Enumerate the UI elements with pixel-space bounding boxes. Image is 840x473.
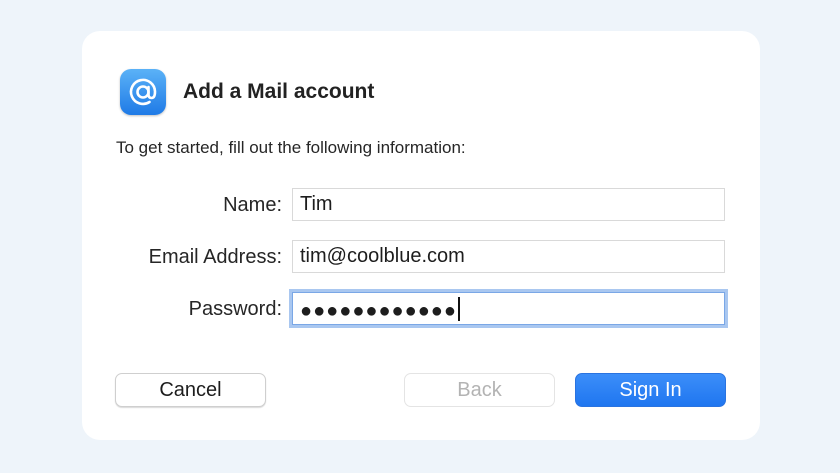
password-label: Password: [188,298,282,320]
name-label: Name: [223,194,282,216]
dialog-intro-text: To get started, fill out the following i… [116,138,466,157]
password-field[interactable]: ●●●●●●●●●●●● [292,292,725,325]
sign-in-button[interactable]: Sign In [575,373,726,407]
dialog-title: Add a Mail account [183,80,375,103]
text-caret [457,297,460,321]
email-label: Email Address: [148,246,282,268]
email-value: tim@coolblue.com [300,245,465,267]
back-button[interactable]: Back [404,373,555,407]
password-masked-value: ●●●●●●●●●●●● [300,300,457,322]
name-value: Tim [300,193,333,215]
name-field[interactable]: Tim [292,188,725,221]
cancel-button[interactable]: Cancel [115,373,266,407]
at-sign-icon [120,69,166,115]
add-mail-account-dialog: Add a Mail account To get started, fill … [82,31,760,440]
email-field[interactable]: tim@coolblue.com [292,240,725,273]
